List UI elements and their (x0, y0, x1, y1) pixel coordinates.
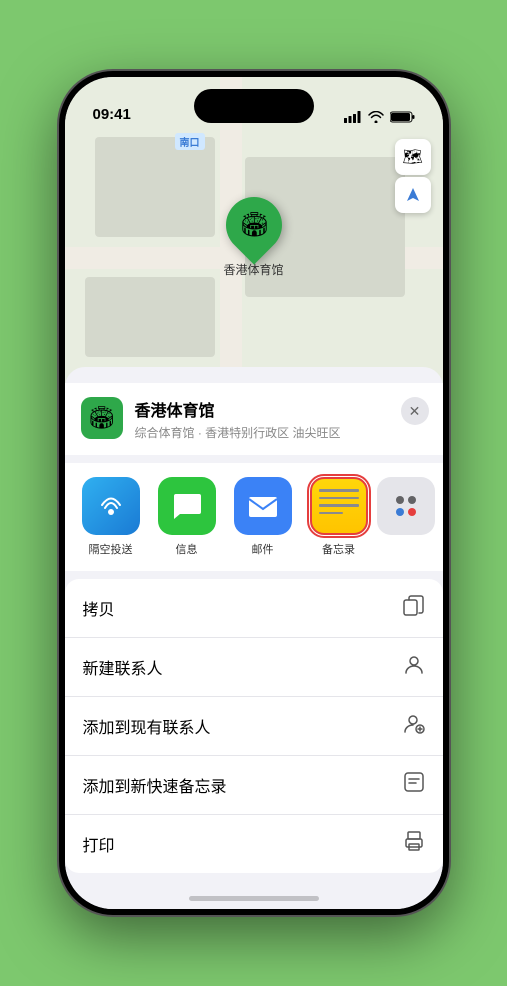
share-item-notes[interactable]: 备忘录 (305, 477, 373, 557)
copy-icon (403, 594, 425, 622)
action-new-contact[interactable]: 新建联系人 (65, 638, 443, 697)
phone-screen: 09:41 (65, 77, 443, 909)
new-contact-icon (403, 653, 425, 681)
notes-icon (310, 477, 368, 535)
share-row: 隔空投送 信息 (65, 463, 443, 571)
bottom-sheet: 🏟 香港体育馆 综合体育馆 · 香港特别行政区 油尖旺区 ✕ (65, 367, 443, 909)
venue-info: 香港体育馆 综合体育馆 · 香港特别行政区 油尖旺区 (135, 397, 427, 441)
more-icon (377, 477, 435, 535)
battery-icon (390, 111, 415, 123)
messages-label: 信息 (176, 541, 198, 557)
phone-frame: 09:41 (59, 71, 449, 915)
airdrop-label: 隔空投送 (89, 541, 133, 557)
stadium-icon: 🏟 (238, 211, 268, 240)
action-list: 拷贝 新建联系人 (65, 579, 443, 873)
action-add-notes-label: 添加到新快速备忘录 (83, 773, 227, 797)
map-view-button[interactable]: 🗺 (395, 139, 431, 175)
dynamic-island (194, 89, 314, 123)
mail-icon (234, 477, 292, 535)
action-print[interactable]: 打印 (65, 815, 443, 873)
venue-icon: 🏟 (81, 397, 123, 439)
share-item-mail[interactable]: 邮件 (229, 477, 297, 557)
share-item-more[interactable] (381, 477, 431, 557)
wifi-icon (368, 111, 384, 123)
airdrop-icon (82, 477, 140, 535)
signal-icon (344, 111, 362, 123)
notes-label: 备忘录 (322, 541, 355, 557)
map-controls: 🗺 (395, 139, 431, 213)
venue-subtitle: 综合体育馆 · 香港特别行政区 油尖旺区 (135, 424, 427, 441)
status-time: 09:41 (93, 106, 131, 125)
add-contact-icon (403, 712, 425, 740)
print-icon (403, 830, 425, 858)
action-add-notes[interactable]: 添加到新快速备忘录 (65, 756, 443, 815)
messages-icon (158, 477, 216, 535)
action-copy[interactable]: 拷贝 (65, 579, 443, 638)
action-copy-label: 拷贝 (83, 596, 115, 620)
close-button[interactable]: ✕ (401, 397, 429, 425)
map-south-label: 南口 (175, 133, 205, 150)
action-add-to-contact-label: 添加到现有联系人 (83, 714, 211, 738)
venue-header: 🏟 香港体育馆 综合体育馆 · 香港特别行政区 油尖旺区 ✕ (65, 383, 443, 455)
action-print-label: 打印 (83, 832, 115, 856)
action-new-contact-label: 新建联系人 (83, 655, 163, 679)
action-add-to-contact[interactable]: 添加到现有联系人 (65, 697, 443, 756)
home-indicator (189, 896, 319, 901)
venue-name: 香港体育馆 (135, 397, 427, 421)
mail-label: 邮件 (252, 541, 274, 557)
status-icons (344, 111, 415, 125)
location-button[interactable] (395, 177, 431, 213)
add-notes-icon (403, 771, 425, 799)
stadium-marker[interactable]: 🏟 香港体育馆 (223, 197, 283, 278)
share-item-messages[interactable]: 信息 (153, 477, 221, 557)
share-item-airdrop[interactable]: 隔空投送 (77, 477, 145, 557)
